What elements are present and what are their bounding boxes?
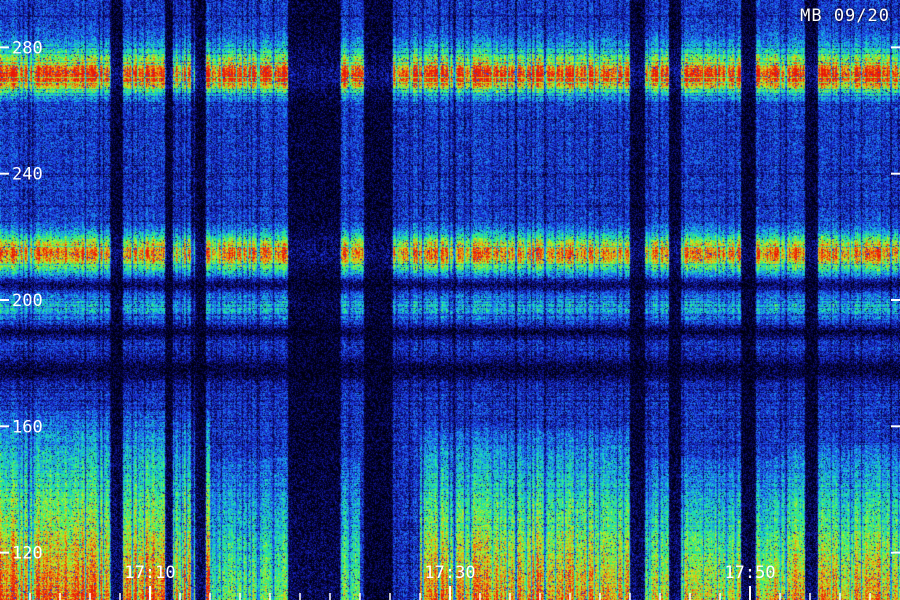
y-tick-label: 120 xyxy=(12,544,43,564)
x-tick-label: 17:10 xyxy=(124,563,175,583)
axis-overlay: 120 160 200 240 280 17:10 17:30 17:50 xyxy=(0,38,900,600)
y-tick-label: 240 xyxy=(12,165,43,185)
x-tick-label: 17:50 xyxy=(724,563,775,583)
y-tick-label: 280 xyxy=(12,38,43,58)
x-tick-label: 17:30 xyxy=(424,563,475,583)
spectrogram-chart: 120 160 200 240 280 17:10 17:30 17:50 MB 09/20 xyxy=(0,0,900,600)
y-tick-label: 160 xyxy=(12,417,43,437)
chart-title: MB 09/20 xyxy=(800,6,890,26)
y-tick-label: 200 xyxy=(12,291,43,311)
